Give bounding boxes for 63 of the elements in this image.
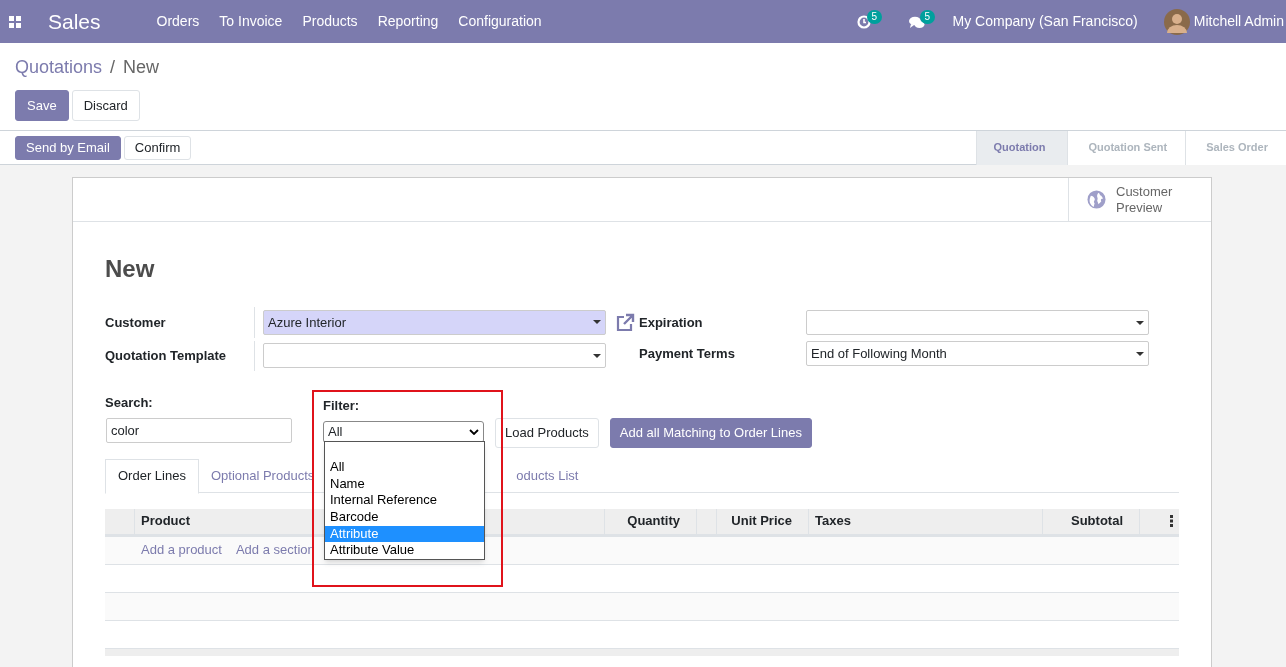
messages-button[interactable]: 5 [908, 11, 939, 32]
status-stage[interactable]: Sales Order [1185, 130, 1286, 165]
kebab-menu-icon [1170, 515, 1173, 527]
dropdown-option[interactable]: All [325, 459, 484, 476]
menu-item[interactable]: Configuration [448, 11, 552, 32]
column-header[interactable]: Quantity [627, 511, 680, 531]
company-switcher[interactable]: My Company (San Francisco) [952, 11, 1138, 32]
status-stage[interactable]: Quotation Sent [1067, 130, 1186, 165]
app-name[interactable]: Sales [48, 5, 101, 38]
globe-icon [1087, 190, 1106, 209]
column-header[interactable]: Taxes [815, 511, 851, 531]
avatar-icon [1163, 8, 1190, 35]
save-button[interactable]: Save [15, 90, 69, 121]
caret-icon [1136, 320, 1144, 325]
count-badge: 5 [919, 9, 936, 24]
breadcrumb-link[interactable]: Quotations [15, 53, 103, 81]
dropdown-option[interactable]: Attribute [325, 525, 484, 543]
dropdown-option[interactable]: Attribute Value [325, 542, 484, 560]
form-tab[interactable]: oducts List [504, 458, 591, 493]
select-field[interactable] [263, 343, 606, 369]
column-header[interactable]: Subtotal [1071, 511, 1123, 531]
form-tab[interactable]: Optional Products [198, 458, 327, 493]
field-label: Expiration [639, 313, 704, 332]
select-field[interactable] [806, 310, 1149, 335]
confirm-button[interactable]: Confirm [123, 135, 192, 160]
add-matching-button[interactable]: Add all Matching to Order Lines [609, 417, 812, 448]
field-label: Quotation Template [105, 340, 255, 371]
breadcrumb-current: New [123, 55, 160, 79]
add-line-link[interactable]: Add a product [141, 540, 222, 560]
chevron-down-icon [469, 428, 479, 435]
search-field[interactable]: color [106, 417, 292, 443]
external-link-icon [615, 312, 635, 333]
count-badge: 5 [866, 9, 883, 24]
record-title: New [105, 254, 156, 281]
select-field[interactable]: End of Following Month [806, 341, 1149, 366]
clock-icon [856, 14, 871, 29]
send-email-button[interactable]: Send by Email [15, 135, 121, 160]
breadcrumb-separator: / [110, 55, 116, 79]
menu-item[interactable]: Products [292, 11, 368, 32]
apps-menu-icon [9, 15, 21, 28]
caret-icon [1136, 351, 1144, 356]
customer-preview-button[interactable]: Customer Preview [1068, 178, 1211, 221]
activity-button[interactable]: 5 [856, 11, 887, 32]
dropdown-option[interactable]: Internal Reference [325, 492, 484, 510]
field-label: Customer [105, 307, 255, 338]
column-header[interactable]: Product [141, 511, 191, 531]
menu-item[interactable]: Orders [146, 11, 210, 32]
column-header[interactable]: Unit Price [731, 511, 792, 531]
select-field[interactable]: Azure Interior [263, 309, 606, 335]
discard-button[interactable]: Discard [71, 90, 140, 121]
menu-item[interactable]: To Invoice [209, 11, 293, 32]
form-tab[interactable]: Order Lines [105, 458, 199, 494]
dropdown-option[interactable]: Barcode [325, 509, 484, 526]
menu-item[interactable]: Reporting [367, 11, 449, 32]
user-menu[interactable]: Mitchell Admin [1193, 11, 1284, 32]
field-label: Filter: [323, 397, 361, 415]
dropdown-option[interactable]: Name [325, 475, 484, 493]
load-products-button[interactable]: Load Products [495, 417, 599, 448]
status-stage[interactable]: Quotation [976, 130, 1068, 165]
field-label: Payment Terms [639, 344, 736, 363]
field-label: Search: [105, 394, 154, 412]
caret-icon [593, 320, 601, 325]
caret-icon [593, 353, 601, 358]
